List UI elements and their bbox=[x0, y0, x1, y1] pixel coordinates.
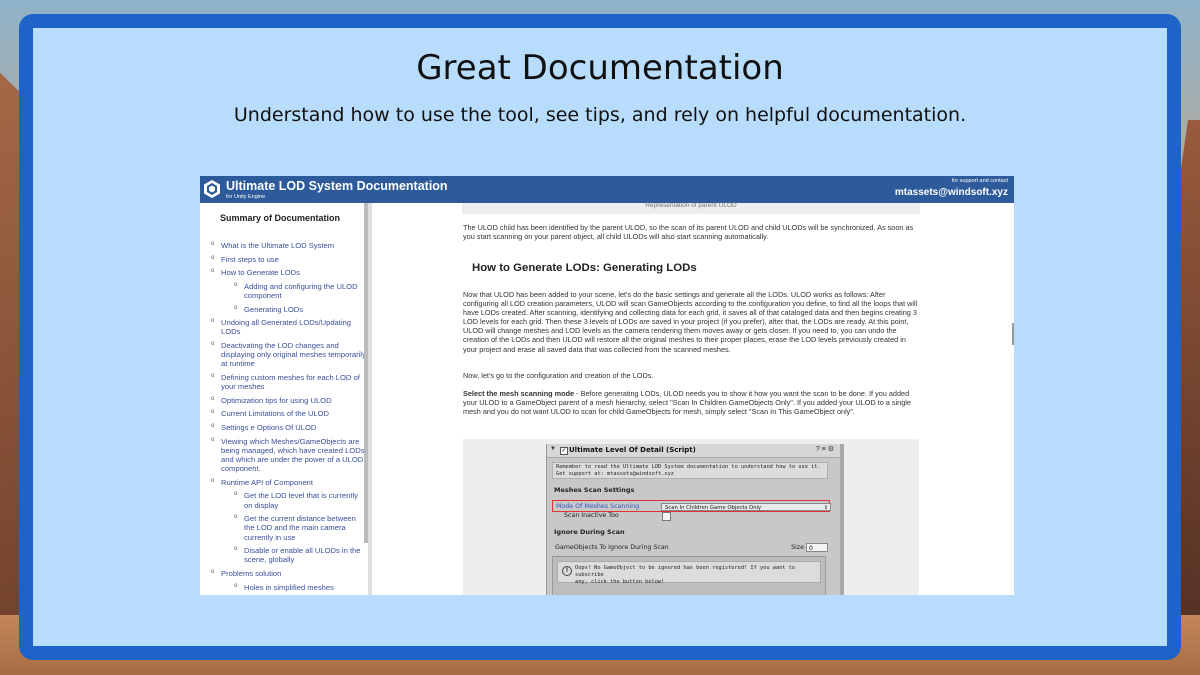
warning-line1: Oops! No GameObject to be ignored has be… bbox=[575, 565, 796, 578]
inspector-header: ▼ ✓ Ultimate Level Of Detail (Script) ? … bbox=[547, 444, 840, 458]
doc-content: Representation of parent ULOD The ULOD c… bbox=[372, 202, 1014, 595]
inspector-note-line2: Get support at: mtassets@windsoft.xyz bbox=[556, 471, 674, 477]
content-scrollbar[interactable] bbox=[1012, 323, 1014, 345]
warning-text: Oops! No GameObject to be ignored has be… bbox=[575, 565, 815, 586]
paragraph-scan-mode: Select the mesh scanning mode - Before g… bbox=[463, 389, 919, 416]
toc-link[interactable]: Holes in simplified meshes bbox=[200, 582, 368, 592]
component-enabled-checkbox: ✓ bbox=[560, 447, 568, 455]
toc-link[interactable]: Generating LODs bbox=[200, 304, 368, 314]
image-caption: Representation of parent ULOD bbox=[645, 202, 737, 209]
toc-link[interactable]: Current Limitations of the ULOD bbox=[200, 408, 368, 418]
doc-header: Ultimate LOD System Documentation for Un… bbox=[200, 176, 1014, 203]
doc-sidebar: Summary of Documentation What is the Ult… bbox=[200, 203, 368, 595]
doc-subtitle: for Unity Engine bbox=[226, 194, 266, 200]
unity-inspector-image: ▼ ✓ Ultimate Level Of Detail (Script) ? … bbox=[546, 444, 844, 595]
toc-link[interactable]: Adding and configuring the ULOD componen… bbox=[200, 281, 368, 300]
toc-list: What is the Ultimate LOD System First ste… bbox=[200, 240, 368, 595]
paragraph-child-ulod: The ULOD child has been identified by th… bbox=[463, 223, 914, 242]
toc-link[interactable]: Settings e Options Of ULOD bbox=[200, 422, 368, 432]
ignore-row: GameObjects To Ignore During Scan Size 0 bbox=[552, 542, 830, 554]
toc-link[interactable]: Problems solution bbox=[200, 568, 368, 578]
toc-link[interactable]: Defining custom meshes for each LOD of y… bbox=[200, 372, 368, 391]
toc-link[interactable]: Undoing all Generated LODs/Updating LODs bbox=[200, 317, 368, 336]
slide-subtitle: Understand how to use the tool, see tips… bbox=[233, 104, 967, 126]
toc-link[interactable]: How to Generate LODs bbox=[200, 267, 368, 277]
scan-settings-heading: Meshes Scan Settings bbox=[554, 486, 635, 494]
slide-title: Great Documentation bbox=[416, 48, 784, 88]
doc-contact-email[interactable]: mtassets@windsoft.xyz bbox=[895, 187, 1008, 198]
inspector-note-line1: Remember to read the Ultimate LOD System… bbox=[556, 464, 821, 470]
unity-logo-icon bbox=[204, 180, 220, 198]
size-label: Size bbox=[791, 544, 804, 551]
section-heading: How to Generate LODs: Generating LODs bbox=[472, 262, 697, 274]
scan-inactive-checkbox bbox=[662, 512, 671, 521]
scan-inactive-label: Scan Inactive Too bbox=[564, 512, 619, 519]
size-field: 0 bbox=[806, 543, 828, 552]
inspector-header-icons: ? ≡ ⚙ bbox=[815, 446, 834, 453]
warning-icon: ! bbox=[562, 566, 572, 576]
toc-link[interactable]: Runtime API of Component bbox=[200, 477, 368, 487]
doc-contact-caption: for support and contact bbox=[951, 178, 1008, 184]
summary-title: Summary of Documentation bbox=[220, 213, 341, 223]
ignore-heading: Ignore During Scan bbox=[554, 528, 625, 536]
scan-mode-label: Mode Of Meshes Scanning bbox=[556, 503, 640, 510]
toc-link[interactable]: Optimization tips for using ULOD bbox=[200, 395, 368, 405]
toc-link[interactable]: Deactivating the LOD changes and display… bbox=[200, 340, 368, 369]
toc-link[interactable]: What is the Ultimate LOD System bbox=[200, 240, 368, 250]
ignore-list-box: ! Oops! No GameObject to be ignored has … bbox=[552, 556, 826, 595]
toc-link[interactable]: Disable or enable all ULODs in the scene… bbox=[200, 545, 368, 564]
scan-mode-bold: Select the mesh scanning mode bbox=[463, 389, 575, 398]
sidebar-scrollbar[interactable] bbox=[364, 203, 368, 543]
toc-link[interactable]: Viewing which Meshes/GameObjects are bei… bbox=[200, 436, 368, 474]
toc-link[interactable]: Get the LOD level that is currently on d… bbox=[200, 490, 368, 509]
foldout-triangle-icon: ▼ bbox=[550, 446, 556, 452]
inspector-title: Ultimate Level Of Detail (Script) bbox=[569, 446, 696, 454]
paragraph-go: Now, let's go to the configuration and c… bbox=[463, 371, 654, 380]
scan-inactive-row: Scan Inactive Too bbox=[552, 510, 830, 522]
warning-helpbox: ! Oops! No GameObject to be ignored has … bbox=[557, 561, 821, 586]
paragraph-intro: Now that ULOD has been added to your sce… bbox=[463, 290, 918, 354]
inspector-note: Remember to read the Ultimate LOD System… bbox=[552, 462, 828, 479]
doc-title: Ultimate LOD System Documentation bbox=[226, 179, 448, 193]
warning-line2: any, click the button below! bbox=[575, 579, 665, 585]
toc-link[interactable]: First steps to use bbox=[200, 254, 368, 264]
documentation-screenshot: Ultimate LOD System Documentation for Un… bbox=[200, 176, 1014, 595]
toc-link[interactable]: Get the current distance between the LOD… bbox=[200, 513, 368, 542]
ignore-label: GameObjects To Ignore During Scan bbox=[555, 544, 669, 551]
